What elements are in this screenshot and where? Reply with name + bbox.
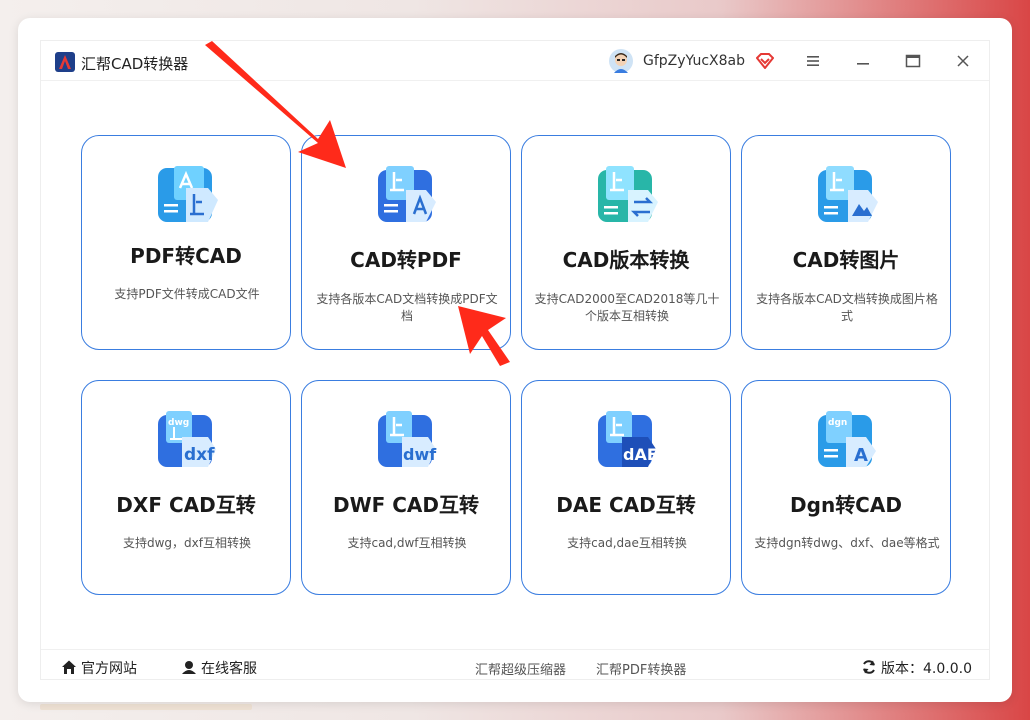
dgn-icon: dgn A xyxy=(818,411,876,467)
app-title: 汇帮CAD转换器 xyxy=(81,55,189,73)
tool-card-cad-to-pdf[interactable]: CAD转PDF 支持各版本CAD文档转换成PDF文档 xyxy=(301,135,511,350)
vip-diamond-icon[interactable] xyxy=(756,53,774,69)
pdf-to-cad-icon xyxy=(158,166,218,222)
card-description: 支持dwg，dxf互相转换 xyxy=(123,536,251,550)
tool-card-cad-version[interactable]: CAD版本转换 支持CAD2000至CAD2018等几十个版本互相转换 xyxy=(521,135,731,350)
tool-card-dxf[interactable]: dwg dxf DXF CAD互转 支持dwg，dxf互相转换 xyxy=(81,380,291,595)
icon-tag-text: dwg xyxy=(168,418,189,428)
card-description: 支持PDF文件转成CAD文件 xyxy=(114,287,260,301)
app-window: 汇帮CAD转换器 GfpZyYucX8ab PDF转CAD 支持PDF文件转成C… xyxy=(18,18,1012,702)
card-description: 支持cad,dae互相转换 xyxy=(567,536,687,550)
icon-badge-text: A xyxy=(854,445,868,466)
official-website-label: 官方网站 xyxy=(81,661,137,677)
footer-bar: 官方网站 在线客服 汇帮超级压缩器 汇帮PDF转换器 版本：4.0.0.0 xyxy=(41,649,989,681)
card-title: CAD版本转换 xyxy=(562,248,690,272)
tool-card-dae[interactable]: dAE DAE CAD互转 支持cad,dae互相转换 xyxy=(521,380,731,595)
maximize-icon[interactable] xyxy=(903,51,923,71)
refresh-icon xyxy=(863,660,875,674)
cad-to-image-icon xyxy=(818,166,878,222)
close-icon[interactable] xyxy=(953,51,973,71)
icon-badge-text: dxf xyxy=(184,445,215,465)
compressor-link[interactable]: 汇帮超级压缩器 xyxy=(475,659,566,678)
card-description: 支持dgn转dwg、dxf、dae等格式 xyxy=(754,536,940,550)
cad-to-pdf-icon xyxy=(378,166,436,222)
icon-tag-text: dgn xyxy=(828,418,847,428)
official-website-link[interactable]: 官方网站 xyxy=(61,658,137,678)
menu-icon[interactable] xyxy=(803,51,823,71)
card-description: 支持cad,dwf互相转换 xyxy=(347,536,467,550)
home-icon xyxy=(62,660,76,674)
card-title: CAD转图片 xyxy=(792,248,900,272)
version-label: 版本：4.0.0.0 xyxy=(881,661,972,677)
customer-service-icon xyxy=(182,661,196,674)
card-description: 支持各版本CAD文档转换成PDF文档 xyxy=(316,292,498,323)
user-avatar[interactable] xyxy=(609,49,633,73)
card-title: PDF转CAD xyxy=(130,244,242,268)
username[interactable]: GfpZyYucX8ab xyxy=(643,53,745,69)
icon-badge-text: dwf xyxy=(403,445,437,464)
card-title: Dgn转CAD xyxy=(790,493,902,517)
card-title: DWF CAD互转 xyxy=(332,493,480,517)
card-description: 支持CAD2000至CAD2018等几十个版本互相转换 xyxy=(534,292,720,323)
card-description: 支持各版本CAD文档转换成图片格式 xyxy=(756,292,938,323)
minimize-icon[interactable] xyxy=(853,51,873,71)
tool-card-dwf[interactable]: dwf DWF CAD互转 支持cad,dwf互相转换 xyxy=(301,380,511,595)
card-title: DXF CAD互转 xyxy=(116,493,256,517)
online-service-label: 在线客服 xyxy=(201,661,257,677)
version-info[interactable]: 版本：4.0.0.0 xyxy=(861,658,972,678)
background-strip xyxy=(40,704,252,710)
tool-card-cad-to-image[interactable]: CAD转图片 支持各版本CAD文档转换成图片格式 xyxy=(741,135,951,350)
card-title: DAE CAD互转 xyxy=(556,493,696,517)
dxf-icon: dwg dxf xyxy=(158,411,216,467)
online-service-link[interactable]: 在线客服 xyxy=(181,658,257,678)
app-logo-icon xyxy=(55,52,75,72)
icon-badge-text: dAE xyxy=(623,445,658,464)
tool-card-pdf-to-cad[interactable]: PDF转CAD 支持PDF文件转成CAD文件 xyxy=(81,135,291,350)
tool-card-dgn[interactable]: dgn A Dgn转CAD 支持dgn转dwg、dxf、dae等格式 xyxy=(741,380,951,595)
dwf-icon: dwf xyxy=(378,411,437,467)
pdf-converter-link[interactable]: 汇帮PDF转换器 xyxy=(596,659,686,678)
cad-version-icon xyxy=(598,166,658,222)
dae-icon: dAE xyxy=(598,411,658,467)
app-content: 汇帮CAD转换器 GfpZyYucX8ab PDF转CAD 支持PDF文件转成C… xyxy=(40,40,990,680)
card-title: CAD转PDF xyxy=(350,248,462,272)
title-bar: 汇帮CAD转换器 GfpZyYucX8ab xyxy=(41,41,989,81)
